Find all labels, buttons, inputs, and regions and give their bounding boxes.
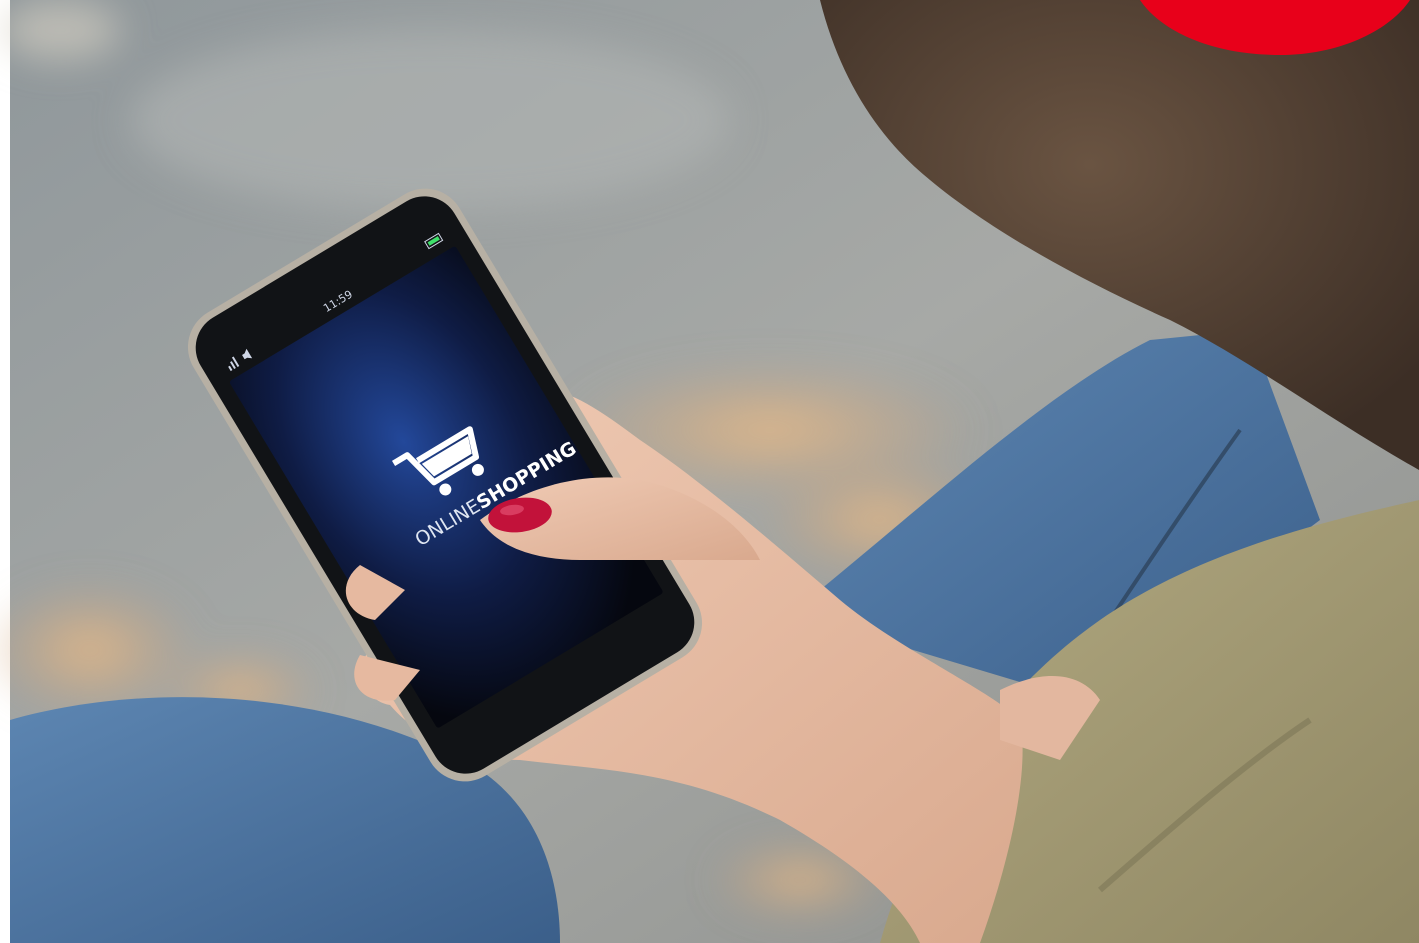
- photo-scene: 11:59 ONLINESHOPPING: [0, 0, 1419, 943]
- photo: 11:59 ONLINESHOPPING: [0, 0, 1419, 943]
